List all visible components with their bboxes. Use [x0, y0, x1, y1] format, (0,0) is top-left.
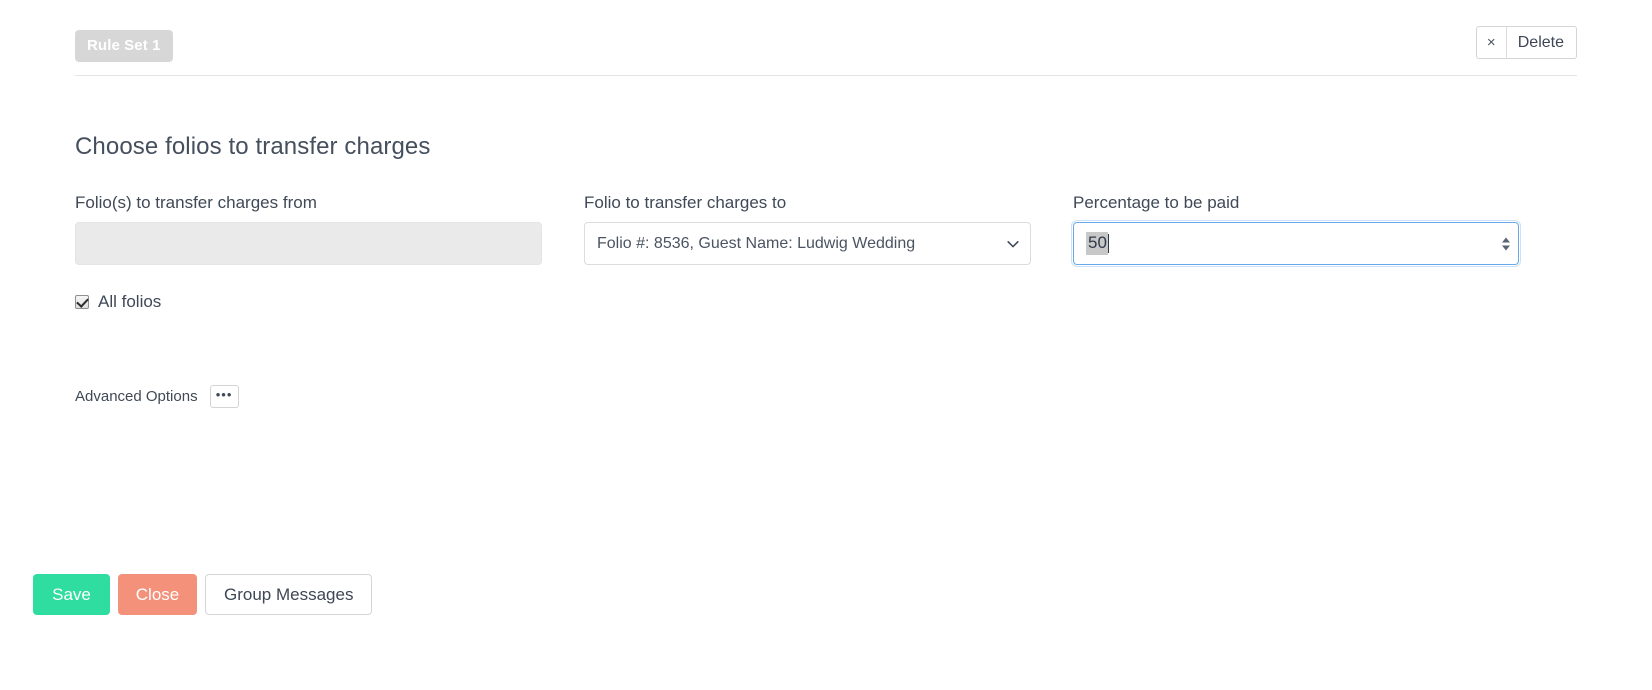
folio-to-select[interactable]: Folio #: 8536, Guest Name: Ludwig Weddin… — [584, 222, 1031, 265]
group-messages-button[interactable]: Group Messages — [205, 574, 373, 615]
text-caret — [1107, 234, 1109, 253]
page-title: Choose folios to transfer charges — [75, 133, 431, 160]
folio-to-select-wrapper[interactable]: Folio #: 8536, Guest Name: Ludwig Weddin… — [584, 222, 1031, 265]
footer-actions: Save Close Group Messages — [33, 574, 373, 615]
all-folios-checkbox[interactable] — [75, 295, 89, 309]
all-folios-label[interactable]: All folios — [98, 292, 161, 312]
close-button[interactable]: Close — [118, 574, 197, 615]
rule-set-toolbar: Rule Set 1 × Delete — [75, 0, 1577, 76]
save-button[interactable]: Save — [33, 574, 110, 615]
toolbar-divider — [75, 75, 1577, 76]
close-icon[interactable]: × — [1477, 27, 1507, 58]
rule-set-badge: Rule Set 1 — [75, 30, 173, 62]
all-folios-row[interactable]: All folios — [75, 292, 161, 312]
folios-from-label: Folio(s) to transfer charges from — [75, 193, 317, 212]
rule-set-editor-page: Rule Set 1 × Delete Choose folios to tra… — [0, 0, 1652, 690]
folio-to-label: Folio to transfer charges to — [584, 193, 787, 212]
percentage-stepper[interactable] — [1500, 237, 1512, 250]
delete-rule-set-button-group[interactable]: × Delete — [1475, 26, 1577, 59]
field-percentage: Percentage to be paid 50 — [1071, 193, 1521, 267]
percentage-input[interactable]: 50 — [1071, 220, 1521, 267]
percentage-value: 50 — [1086, 232, 1108, 255]
field-folio-to: Folio to transfer charges to Folio #: 85… — [584, 193, 1031, 265]
transfer-form-row: Folio(s) to transfer charges from Folio … — [0, 193, 1652, 273]
ellipsis-icon[interactable]: ••• — [209, 385, 239, 408]
advanced-options-row: Advanced Options ••• — [75, 385, 239, 408]
percentage-label: Percentage to be paid — [1073, 193, 1240, 212]
stepper-up-icon[interactable] — [1502, 237, 1510, 242]
advanced-options-label: Advanced Options — [75, 388, 198, 405]
field-folios-from: Folio(s) to transfer charges from — [75, 193, 542, 265]
stepper-down-icon[interactable] — [1502, 245, 1510, 250]
folios-from-input[interactable] — [75, 222, 542, 265]
percentage-input-wrapper[interactable]: 50 — [1071, 220, 1521, 267]
delete-button[interactable]: Delete — [1507, 27, 1576, 58]
